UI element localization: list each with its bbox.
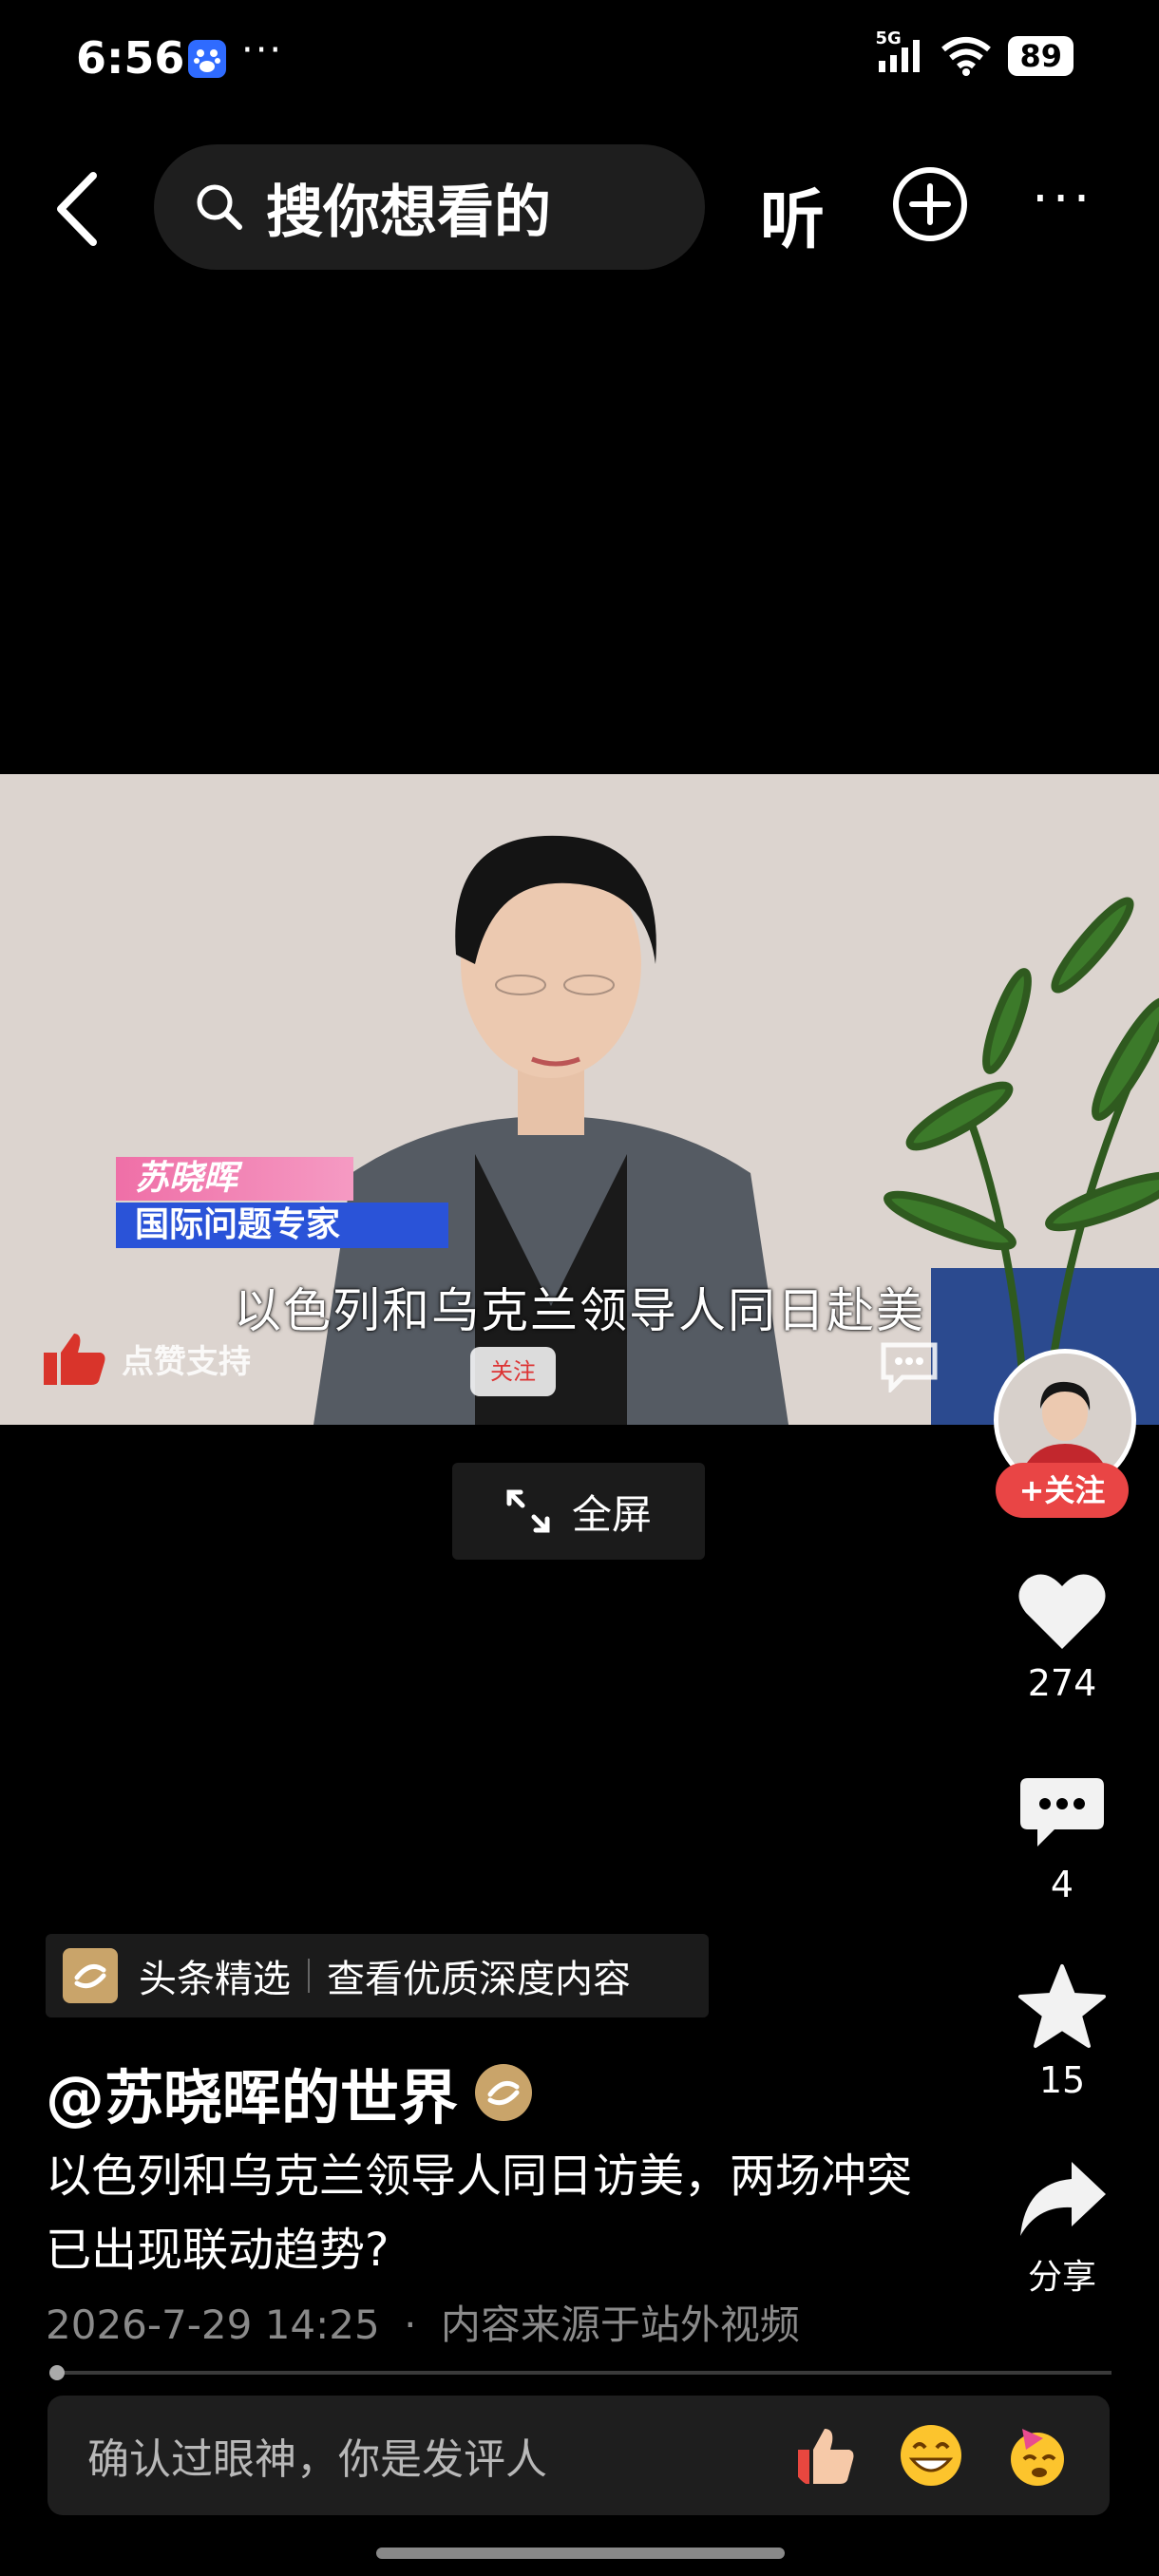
comment-count: 4 xyxy=(1050,1864,1074,1905)
add-button[interactable] xyxy=(891,165,969,243)
thumbs-up-emoji-icon[interactable] xyxy=(790,2421,859,2490)
share-button[interactable]: 分享 xyxy=(991,2158,1133,2299)
comment-button[interactable]: 4 xyxy=(991,1772,1133,1905)
progress-track[interactable] xyxy=(51,2371,1112,2375)
post-description: 以色列和乌克兰领导人同日访美，两场冲突已出现联动趋势? xyxy=(46,2150,913,2277)
comment-input-bar[interactable]: 确认过眼神，你是发评人 xyxy=(48,2396,1110,2515)
author-name[interactable]: @苏晓晖的世界 xyxy=(46,2050,458,2135)
author-row[interactable]: @苏晓晖的世界 xyxy=(46,2050,533,2135)
meta-separator: · xyxy=(404,2301,417,2348)
post-date: 2026-7-29 14:25 xyxy=(46,2301,380,2348)
speaker-name-tag: 苏晓晖 xyxy=(116,1157,353,1201)
video-follow-button[interactable]: 关注 xyxy=(470,1347,556,1396)
share-arrow-icon xyxy=(1020,2162,1106,2236)
danmaku-icon[interactable] xyxy=(878,1339,940,1396)
fullscreen-button[interactable]: 全屏 xyxy=(452,1463,705,1560)
status-time: 6:56 xyxy=(76,32,185,84)
wifi-icon xyxy=(941,37,992,76)
chevron-left-icon xyxy=(57,172,97,246)
like-button[interactable]: 274 xyxy=(991,1569,1133,1704)
follow-button[interactable]: +关注 xyxy=(996,1463,1129,1518)
search-icon xyxy=(197,184,242,230)
favorite-count: 15 xyxy=(1038,2059,1086,2101)
speaker-title-tag: 国际问题专家 xyxy=(116,1203,448,1248)
listen-button[interactable]: 听 xyxy=(760,167,825,261)
banner-name: 头条精选 xyxy=(139,1958,291,2001)
like-count: 274 xyxy=(1027,1662,1097,1704)
banner-divider xyxy=(308,1959,310,1993)
fullscreen-label: 全屏 xyxy=(571,1490,652,1538)
battery-indicator: 89 xyxy=(1008,36,1074,76)
thumbs-up-icon xyxy=(44,1334,105,1385)
grinning-emoji-icon[interactable] xyxy=(897,2421,965,2490)
heart-icon xyxy=(1018,1574,1106,1649)
verified-badge-icon xyxy=(475,2064,533,2121)
comment-icon xyxy=(1020,1778,1104,1847)
signal-label: 5G xyxy=(875,28,902,48)
banner-tagline: 查看优质深度内容 xyxy=(327,1958,631,2001)
search-bar[interactable]: 搜你想看的 xyxy=(154,144,705,270)
more-menu-button[interactable]: ··· xyxy=(1032,173,1093,226)
favorite-button[interactable]: 15 xyxy=(991,1962,1133,2101)
comment-placeholder[interactable]: 确认过眼神，你是发评人 xyxy=(87,2425,790,2486)
status-indicators: 5G 89 xyxy=(875,28,1074,78)
back-button[interactable] xyxy=(49,166,106,252)
status-more: ··· xyxy=(241,28,284,72)
expand-icon xyxy=(506,1489,550,1533)
baidu-app-icon xyxy=(188,40,226,78)
progress-handle[interactable] xyxy=(49,2365,65,2380)
star-icon xyxy=(1018,1964,1106,2048)
search-placeholder: 搜你想看的 xyxy=(266,179,551,246)
post-source: 内容来源于站外视频 xyxy=(440,2301,800,2348)
post-meta: 2026-7-29 14:25 · 内容来源于站外视频 xyxy=(46,2293,800,2351)
featured-logo-icon xyxy=(63,1948,118,2003)
plus-circle-icon xyxy=(893,167,967,241)
like-support-overlay: 点赞支持 xyxy=(40,1330,251,1387)
party-emoji-icon[interactable] xyxy=(1003,2421,1072,2490)
home-indicator[interactable] xyxy=(376,2548,785,2559)
like-support-label: 点赞支持 xyxy=(122,1342,251,1381)
share-label: 分享 xyxy=(1027,2258,1096,2297)
toutiao-featured-banner[interactable]: 头条精选 查看优质深度内容 xyxy=(46,1934,709,2017)
